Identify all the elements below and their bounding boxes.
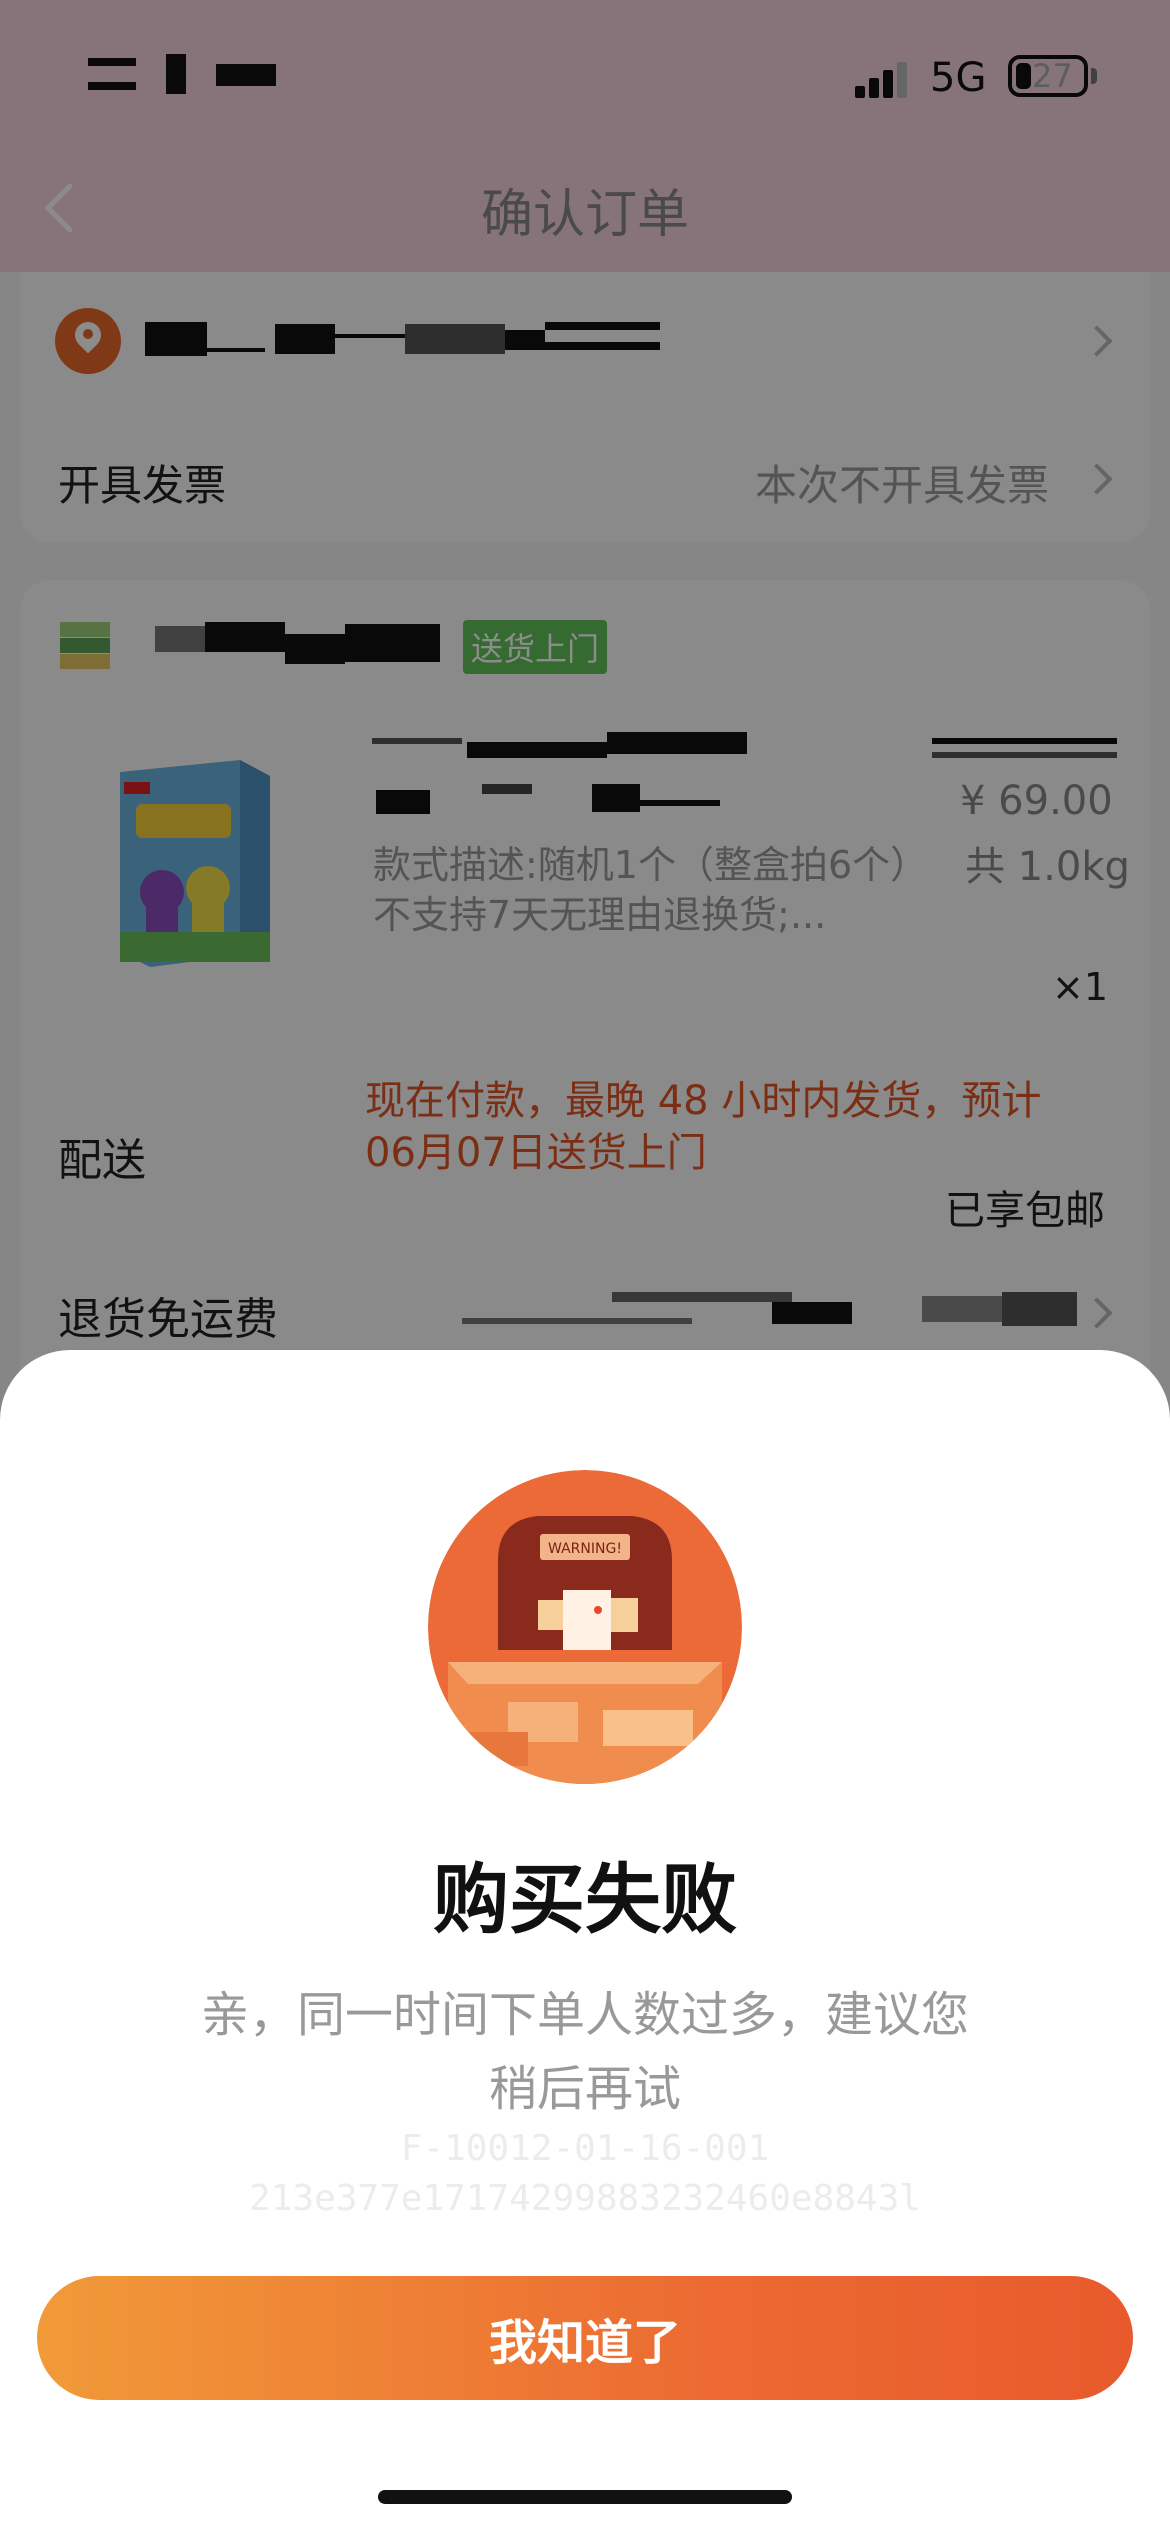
dialog-message: 亲，同一时间下单人数过多，建议您稍后再试	[200, 1987, 969, 2117]
warning-truck-icon: WARNING!	[428, 1470, 742, 1784]
error-code-line: F-10012-01-16-001	[400, 2128, 770, 2169]
home-indicator	[378, 2490, 792, 2504]
error-code: F-10012-01-16-001 213e377e17174299883232…	[0, 2124, 1170, 2224]
warning-sign-text: WARNING!	[548, 1541, 622, 1557]
error-code-line: 213e377e17174299883232460e8843l	[249, 2178, 921, 2219]
dialog-title: 购买失败	[433, 1855, 737, 1944]
warning-illustration: WARNING!	[428, 1470, 742, 1784]
confirm-button[interactable]: 我知道了	[37, 2276, 1133, 2400]
